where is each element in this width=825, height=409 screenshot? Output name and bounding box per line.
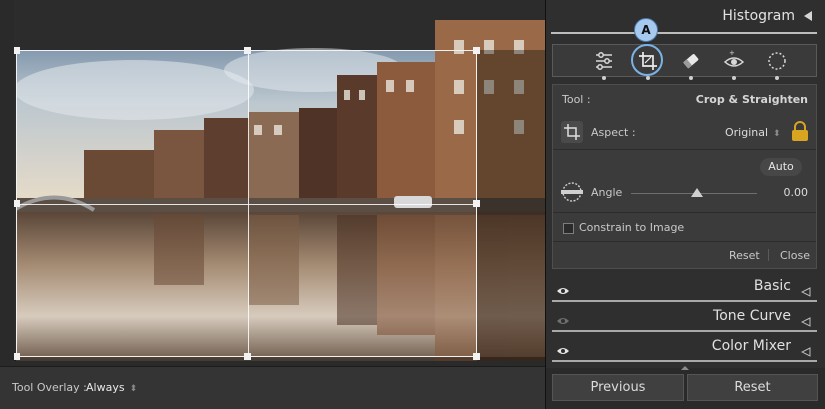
canvas-toolbar: Tool Overlay : Always ⬍ [0,366,545,409]
angle-label: Angle [591,186,623,199]
tool-indicator-dot [689,76,693,80]
tool-value: Crop & Straighten [695,93,808,106]
section-title: Basic [753,278,791,294]
section-title: Tone Curve [713,308,791,324]
crop-handle-top-right[interactable] [473,47,480,54]
divider [768,249,769,261]
crop-handle-left[interactable] [14,200,20,207]
constrain-checkbox[interactable] [563,223,574,234]
divider [552,330,817,332]
divider [552,300,817,302]
healing-eraser-icon [683,54,699,69]
tool-crop[interactable] [631,44,663,80]
updown-arrow-icon: ⬍ [773,129,781,139]
photo-canvas[interactable]: Tool Overlay : Always ⬍ [0,0,545,409]
aspect-crop-icon [561,121,583,143]
crop-grid-line [17,204,476,205]
tool-overlay-value: Always [86,381,125,394]
photo-preview[interactable] [14,0,545,361]
edit-sliders-icon [596,52,612,70]
previous-button[interactable]: Previous [552,374,684,401]
eye-icon[interactable] [556,311,570,330]
aspect-select[interactable]: Original ⬍ [725,126,781,139]
develop-panel: Histogram + A Tool: Crop & Straighten A… [545,0,825,409]
tool-overlay-select[interactable]: Always ⬍ [86,381,137,394]
tool-indicator-dot [646,76,650,80]
section-color-mixer[interactable]: Color Mixer [552,334,817,360]
active-ring [631,44,663,76]
updown-arrow-icon: ⬍ [129,384,138,394]
tool-indicator-dot [775,76,779,80]
lock-icon[interactable] [789,120,811,142]
crop-frame[interactable] [14,47,480,360]
histogram-title: Histogram [722,8,795,24]
scroll-up-icon[interactable] [681,366,689,370]
crop-handle-right[interactable] [473,200,480,207]
tool-strip: + [552,44,817,80]
crop-handle-top[interactable] [244,47,251,54]
divider [553,149,816,150]
tool-overlay-label: Tool Overlay : [12,381,87,394]
aspect-value: Original [725,126,769,139]
straighten-level-icon[interactable] [559,181,585,203]
constrain-label: Constrain to Image [579,221,685,234]
tool-edit[interactable] [591,49,617,80]
reset-button[interactable]: Reset [687,374,818,401]
red-eye-icon: + [723,49,745,67]
tool-masking[interactable] [764,49,790,80]
collapse-triangle-icon[interactable] [800,342,811,361]
crop-handle-bottom-right[interactable] [473,353,480,360]
crop-straighten-panel: Tool : Crop & Straighten Aspect : Origin… [552,84,817,269]
reset-link[interactable]: Reset [729,249,760,262]
crop-handle-bottom-left[interactable] [14,353,20,360]
svg-text:+: + [729,49,735,57]
crop-handle-top-left[interactable] [14,47,20,54]
tool-indicator-dot [602,76,606,80]
angle-slider-knob[interactable] [691,188,703,197]
section-tone-curve[interactable]: Tone Curve [552,304,817,330]
tool-red-eye[interactable]: + [721,49,747,80]
collapse-triangle-icon[interactable] [800,312,811,331]
divider [551,32,817,34]
histogram-header[interactable]: Histogram [546,0,825,34]
tool-label: Tool : [562,93,591,106]
divider [553,241,816,242]
annotation-badge: A [634,18,658,42]
masking-icon [768,52,786,70]
angle-value[interactable]: 0.00 [784,186,809,199]
tool-indicator-dot [732,76,736,80]
collapse-triangle-icon[interactable] [804,11,812,21]
divider [553,212,816,213]
tool-healing[interactable] [678,49,704,80]
divider [552,360,817,362]
auto-button[interactable]: Auto [760,158,802,176]
aspect-label: Aspect : [591,126,636,139]
eye-icon[interactable] [556,341,570,360]
close-link[interactable]: Close [780,249,810,262]
section-title: Color Mixer [711,338,791,354]
crop-handle-bottom[interactable] [244,353,251,360]
eye-icon[interactable] [556,281,570,300]
collapse-triangle-icon[interactable] [800,282,811,301]
section-basic[interactable]: Basic [552,274,817,300]
